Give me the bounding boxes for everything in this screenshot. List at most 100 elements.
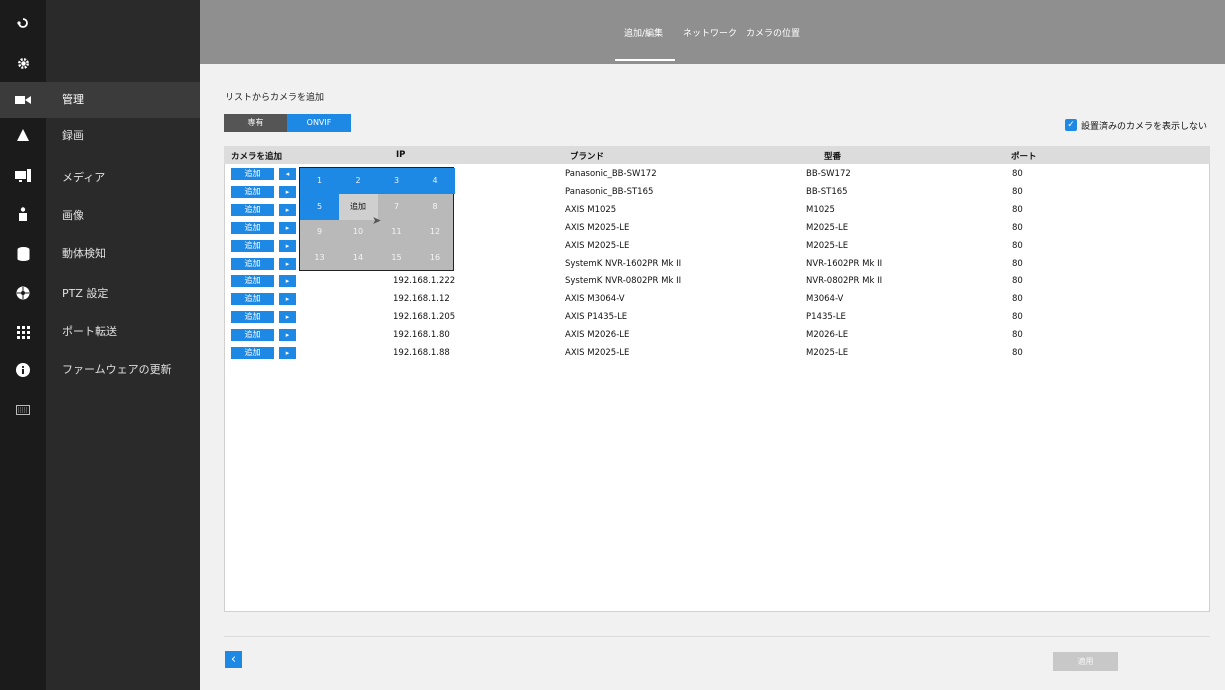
expand-channel-button[interactable]: ▸ — [279, 258, 296, 270]
add-camera-button[interactable]: 追加 — [231, 275, 274, 287]
info-icon[interactable] — [0, 352, 46, 388]
column-header-brand: ブランド — [570, 152, 605, 162]
back-icon[interactable] — [0, 4, 46, 40]
back-button[interactable]: ‹ — [225, 651, 242, 668]
channel-cell[interactable]: 1 — [300, 168, 339, 194]
menu-item-image[interactable]: 画像 — [46, 198, 200, 234]
cell-brand: SystemK NVR-0802PR Mk II — [565, 276, 682, 286]
keyboard-icon[interactable] — [0, 392, 46, 428]
settings-menu: 管理 録画 メディア 画像 動体検知 PTZ 設定 ポート転送 ファームウェアの… — [46, 0, 200, 690]
add-camera-button[interactable]: 追加 — [231, 168, 274, 180]
mouse-cursor-icon: ➤ — [372, 214, 382, 227]
tab-camera-position[interactable]: カメラの位置 — [746, 26, 800, 39]
cell-brand: AXIS M2026-LE — [565, 330, 630, 340]
cell-port: 80 — [1012, 223, 1023, 233]
channel-cell[interactable]: 5 — [300, 193, 339, 220]
expand-channel-button[interactable]: ▸ — [279, 329, 296, 341]
active-tab-indicator — [615, 59, 675, 61]
cell-ip: 192.168.1.80 — [393, 330, 450, 340]
channel-cell[interactable]: 3 — [377, 168, 416, 194]
menu-item-port-forwarding[interactable]: ポート転送 — [46, 314, 200, 350]
expand-channel-button[interactable]: ▸ — [279, 186, 296, 198]
cell-brand: AXIS M2025-LE — [565, 348, 630, 358]
channel-cell[interactable]: 4 — [415, 168, 455, 194]
cell-port: 80 — [1012, 294, 1023, 304]
cell-brand: SystemK NVR-1602PR Mk II — [565, 259, 682, 269]
expand-channel-button[interactable]: ▸ — [279, 222, 296, 234]
channel-cell[interactable]: 2 — [338, 168, 378, 194]
menu-item-management[interactable]: 管理 — [46, 82, 200, 118]
display-icon[interactable] — [0, 158, 46, 194]
cell-ip: 192.168.1.222 — [393, 276, 456, 286]
tab-network[interactable]: ネットワーク — [683, 26, 737, 39]
ptz-icon[interactable] — [0, 275, 46, 311]
expand-channel-button[interactable]: ▸ — [279, 347, 296, 359]
menu-item-media[interactable]: メディア — [46, 160, 200, 196]
cell-port: 80 — [1012, 187, 1023, 197]
channel-cell[interactable]: 11 — [377, 219, 416, 245]
cell-model: M2025-LE — [806, 348, 849, 358]
cell-port: 80 — [1012, 205, 1023, 215]
add-camera-button[interactable]: 追加 — [231, 204, 274, 216]
channel-cell[interactable]: 9 — [300, 219, 339, 245]
channel-cell[interactable]: 13 — [300, 245, 339, 271]
cell-model: M2026-LE — [806, 330, 849, 340]
cell-model: M2025-LE — [806, 223, 849, 233]
user-icon[interactable] — [0, 196, 46, 232]
cell-brand: AXIS P1435-LE — [565, 312, 628, 322]
bell-icon[interactable] — [0, 118, 46, 154]
camera-icon[interactable] — [0, 82, 46, 118]
add-camera-button[interactable]: 追加 — [231, 186, 274, 198]
column-header-model: 型番 — [824, 152, 842, 162]
add-camera-button[interactable]: 追加 — [231, 293, 274, 305]
cell-brand: Panasonic_BB-SW172 — [565, 169, 657, 179]
expand-channel-button[interactable]: ▸ — [279, 293, 296, 305]
cell-model: NVR-0802PR Mk II — [806, 276, 883, 286]
cell-model: M2025-LE — [806, 241, 849, 251]
cell-port: 80 — [1012, 330, 1023, 340]
add-camera-button[interactable]: 追加 — [231, 240, 274, 252]
add-camera-button[interactable]: 追加 — [231, 329, 274, 341]
cell-port: 80 — [1012, 348, 1023, 358]
cell-port: 80 — [1012, 241, 1023, 251]
tab-add-edit[interactable]: 追加/編集 — [624, 26, 663, 39]
add-camera-button[interactable]: 追加 — [231, 258, 274, 270]
table-header — [224, 146, 1210, 164]
footer-divider — [224, 636, 1210, 637]
segment-onvif[interactable]: ONVIF — [287, 114, 351, 132]
cell-model: BB-ST165 — [806, 187, 848, 197]
cell-model: M1025 — [806, 205, 835, 215]
channel-cell[interactable]: 16 — [416, 245, 455, 271]
cell-port: 80 — [1012, 276, 1023, 286]
settings-gear-icon[interactable] — [0, 45, 46, 81]
cell-brand: AXIS M2025-LE — [565, 241, 630, 251]
channel-cell[interactable]: 15 — [377, 245, 416, 271]
cell-port: 80 — [1012, 312, 1023, 322]
expand-channel-button[interactable]: ▸ — [279, 204, 296, 216]
channel-cell[interactable]: 14 — [339, 245, 378, 271]
cell-model: BB-SW172 — [806, 169, 851, 179]
channel-cell[interactable]: 8 — [416, 194, 455, 220]
menu-item-motion-detection[interactable]: 動体検知 — [46, 236, 200, 272]
collapse-channel-button[interactable]: ◂ — [279, 168, 296, 180]
cell-port: 80 — [1012, 259, 1023, 269]
cell-port: 80 — [1012, 169, 1023, 179]
channel-cell[interactable]: 12 — [416, 219, 455, 245]
menu-item-firmware-update[interactable]: ファームウェアの更新 — [46, 352, 200, 388]
menu-item-recording[interactable]: 録画 — [46, 118, 200, 154]
expand-channel-button[interactable]: ▸ — [279, 311, 296, 323]
apply-button[interactable]: 適用 — [1053, 652, 1118, 671]
menu-item-ptz-settings[interactable]: PTZ 設定 — [46, 276, 200, 312]
add-camera-button[interactable]: 追加 — [231, 311, 274, 323]
expand-channel-button[interactable]: ▸ — [279, 240, 296, 252]
channel-cell[interactable]: 7 — [377, 194, 416, 220]
grid-icon[interactable] — [0, 314, 46, 350]
cell-ip: 192.168.1.205 — [393, 312, 456, 322]
database-icon[interactable] — [0, 236, 46, 272]
add-camera-button[interactable]: 追加 — [231, 347, 274, 359]
hide-installed-checkbox[interactable]: ✓ — [1065, 119, 1077, 131]
icon-rail — [0, 0, 46, 690]
add-camera-button[interactable]: 追加 — [231, 222, 274, 234]
expand-channel-button[interactable]: ▸ — [279, 275, 296, 287]
segment-proprietary[interactable]: 専有 — [224, 114, 287, 132]
